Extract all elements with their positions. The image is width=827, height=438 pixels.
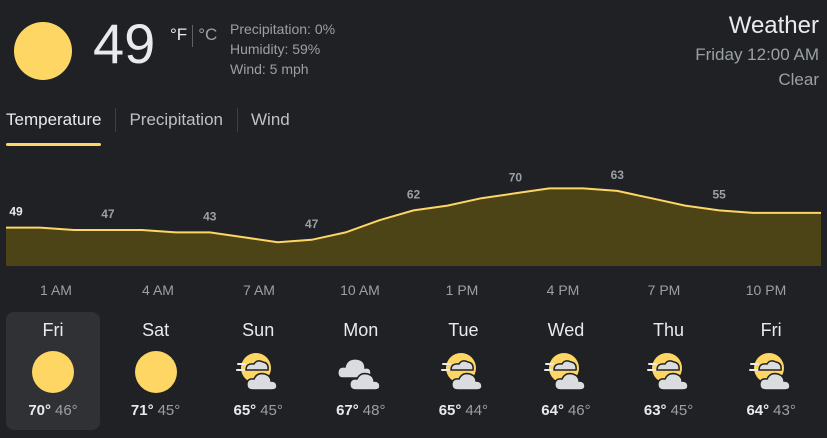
sun-icon xyxy=(14,22,72,80)
precipitation-text: Precipitation: 0% xyxy=(230,21,336,37)
partly-cloudy-icon xyxy=(543,353,586,391)
hour-label: 7 PM xyxy=(647,282,681,298)
high-temp: 70° xyxy=(28,402,51,419)
day-temps: 71° 45° xyxy=(109,402,203,419)
high-temp: 65° xyxy=(438,402,462,419)
unit-toggle: °F °C xyxy=(170,25,217,47)
hour-label: 10 PM xyxy=(745,282,787,298)
day-card-fri[interactable]: Fri 70° 46° xyxy=(6,312,100,430)
day-name: Sat xyxy=(142,320,170,340)
chart-data-label: 55 xyxy=(712,187,726,201)
low-temp: 46° xyxy=(55,402,78,419)
high-temp: 64° xyxy=(746,402,770,419)
weather-time: Friday 12:00 AM xyxy=(695,45,819,64)
wind-text: Wind: 5 mph xyxy=(230,61,309,77)
tab-temperature[interactable]: Temperature xyxy=(0,106,115,146)
high-temp: 63° xyxy=(643,402,667,419)
celsius-button[interactable]: °C xyxy=(198,25,217,45)
day-card-wed[interactable]: Wed 64° 46° xyxy=(519,312,613,430)
sun-icon xyxy=(32,351,74,393)
hour-label: 4 AM xyxy=(142,282,174,298)
day-temps: 64° 43° xyxy=(724,402,818,419)
high-temp: 65° xyxy=(233,402,257,419)
weather-condition: Clear xyxy=(778,70,819,89)
low-temp: 43° xyxy=(773,402,796,419)
unit-divider xyxy=(192,25,194,47)
current-details: Precipitation: 0% Humidity: 59% Wind: 5 … xyxy=(230,19,335,79)
high-temp: 71° xyxy=(130,402,154,419)
low-temp: 46° xyxy=(567,402,591,419)
chart-data-label: 63 xyxy=(611,168,625,182)
hour-label: 7 AM xyxy=(243,282,275,298)
humidity-text: Humidity: 59% xyxy=(230,41,321,57)
partly-cloudy-icon xyxy=(441,353,484,391)
hour-label: 4 PM xyxy=(546,282,580,298)
day-temps: 67° 48° xyxy=(314,402,408,419)
low-temp: 45° xyxy=(670,402,694,419)
sun-icon xyxy=(134,351,177,393)
day-name: Fri xyxy=(42,320,64,340)
chart-data-label: 47 xyxy=(305,217,319,231)
day-name: Sun xyxy=(242,320,275,340)
day-temps: 64° 46° xyxy=(519,402,613,419)
partly-cloudy-icon xyxy=(749,353,791,391)
day-name: Thu xyxy=(653,320,685,340)
fahrenheit-button[interactable]: °F xyxy=(170,25,187,45)
day-name: Wed xyxy=(547,320,585,340)
high-temp: 64° xyxy=(541,402,564,419)
day-card-fri-next[interactable]: Fri 64° 43° xyxy=(724,312,818,430)
day-card-thu[interactable]: Thu 63° 45° xyxy=(622,312,716,430)
partly-cloudy-icon xyxy=(646,353,689,391)
day-name: Fri xyxy=(760,320,782,340)
temperature-chart: 49 47 43 47 62 70 63 55 xyxy=(6,168,821,266)
current-temperature: 49 xyxy=(93,12,156,75)
chart-data-label: 47 xyxy=(101,207,115,221)
day-card-sun[interactable]: Sun 65° 45° xyxy=(211,312,305,430)
chart-data-label: 43 xyxy=(203,209,217,223)
partly-cloudy-icon xyxy=(236,353,278,391)
day-temps: 63° 45° xyxy=(622,402,716,419)
day-name: Mon xyxy=(343,320,379,340)
low-temp: 48° xyxy=(362,402,386,419)
low-temp: 45° xyxy=(157,402,181,419)
hour-label: 1 PM xyxy=(445,282,479,298)
chart-data-label: 62 xyxy=(407,187,421,201)
tab-wind[interactable]: Wind xyxy=(237,106,304,142)
chart-data-label: 49 xyxy=(9,205,23,219)
low-temp: 44° xyxy=(465,402,489,419)
day-temps: 65° 44° xyxy=(416,402,510,419)
low-temp: 45° xyxy=(260,402,283,419)
tab-precipitation[interactable]: Precipitation xyxy=(115,106,237,142)
day-temps: 70° 46° xyxy=(6,402,100,419)
cloudy-icon xyxy=(336,358,381,391)
day-name: Tue xyxy=(448,320,479,340)
hour-label: 10 AM xyxy=(340,282,380,298)
day-card-mon[interactable]: Mon 67° 48° xyxy=(314,312,408,430)
day-temps: 65° 45° xyxy=(211,402,305,419)
day-card-tue[interactable]: Tue 65° 44° xyxy=(416,312,510,430)
chart-tabs: Temperature Precipitation Wind xyxy=(0,106,304,146)
day-card-sat[interactable]: Sat 71° 45° xyxy=(109,312,203,430)
weather-title: Weather xyxy=(728,12,819,39)
daily-forecast: Fri 70° 46° Sat 71° 45° Sun 65° 45° Mon 67°… xyxy=(6,312,827,430)
hour-axis: 1 AM 4 AM 7 AM 10 AM 1 PM 4 PM 7 PM 10 P… xyxy=(0,282,827,302)
chart-data-label: 70 xyxy=(509,170,523,184)
hour-label: 1 AM xyxy=(40,282,72,298)
high-temp: 67° xyxy=(336,402,359,419)
